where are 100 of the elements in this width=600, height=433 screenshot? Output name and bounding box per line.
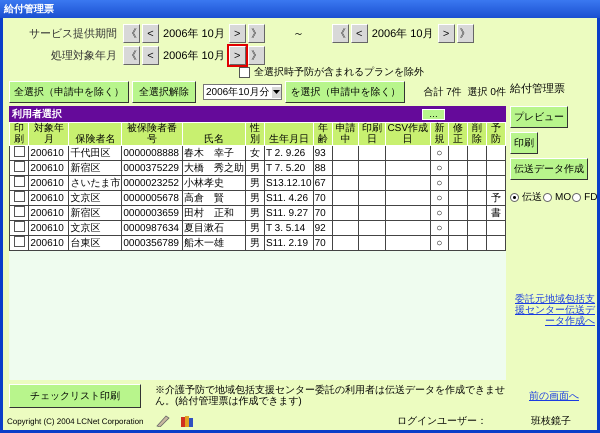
table-cell: S11. 4.26 bbox=[266, 192, 308, 204]
nav-button[interactable]: < bbox=[142, 46, 159, 65]
nav-button[interactable]: 》 bbox=[456, 24, 474, 43]
copyright-text: Copyright (C) 2004 LCNet Corporation bbox=[7, 416, 144, 426]
table-cell: 文京区 bbox=[70, 192, 100, 204]
column-header: 新規 bbox=[430, 122, 449, 146]
note-text: ※介護予防で地域包括支援センター委託の利用者は伝送データを作成できません。(給付管理票は作成できます) bbox=[155, 384, 506, 408]
dropdown-arrow-icon bbox=[273, 90, 280, 94]
table-cell: 千代田区 bbox=[70, 148, 110, 158]
column-header: 修正 bbox=[448, 122, 468, 146]
radio-label: FD bbox=[584, 192, 598, 202]
nav-button[interactable]: < bbox=[350, 24, 368, 43]
table-cell: 0000003659 bbox=[123, 208, 179, 218]
panel-title: 給付管理票 bbox=[510, 82, 566, 96]
column-header: 年齢 bbox=[313, 122, 332, 146]
panel-button[interactable]: プレビュー bbox=[510, 106, 568, 128]
table-cell: S11. 2.19 bbox=[266, 238, 308, 248]
table-cell: 予 bbox=[490, 192, 501, 204]
table-cell: 92 bbox=[314, 222, 326, 234]
panel-button[interactable]: 伝送データ作成 bbox=[510, 158, 588, 180]
table-cell: ○ bbox=[436, 178, 442, 188]
radio-button[interactable] bbox=[543, 192, 552, 202]
print-checkbox[interactable] bbox=[14, 236, 25, 247]
table-cell: S11. 9.27 bbox=[266, 208, 308, 218]
table-cell: T 7. 5.20 bbox=[266, 162, 306, 174]
table-cell: 70 bbox=[314, 238, 326, 248]
column-header: 予防 bbox=[486, 122, 506, 146]
pencil-icon[interactable] bbox=[156, 415, 170, 427]
column-header: 対象年月 bbox=[28, 122, 69, 146]
table-cell: T 2. 9.26 bbox=[266, 148, 306, 158]
table-cell: 書 bbox=[490, 208, 501, 218]
table-cell: 男 bbox=[250, 238, 260, 248]
checkbox[interactable] bbox=[239, 66, 250, 78]
nav-button[interactable]: 《 bbox=[332, 24, 349, 43]
login-label: ログインユーザー： bbox=[397, 415, 487, 428]
back-link[interactable]: 前の画面へ bbox=[529, 389, 579, 403]
table-cell: 0000356789 bbox=[123, 238, 179, 248]
deselect-all-button[interactable]: 全選択解除 bbox=[132, 81, 196, 103]
table-cell: 文京区 bbox=[70, 222, 100, 234]
nav-button[interactable]: 》 bbox=[248, 46, 265, 65]
table-cell: 夏目漱石 bbox=[184, 222, 224, 234]
nav-button[interactable]: > bbox=[228, 24, 246, 43]
table-cell: 200610 bbox=[30, 192, 64, 204]
table-cell: 高倉 賢 bbox=[184, 192, 224, 204]
selected-count: 選択 0件 bbox=[468, 86, 506, 99]
column-header: 申請中 bbox=[332, 122, 359, 146]
table-cell: ○ bbox=[436, 222, 442, 234]
table-cell: ○ bbox=[436, 148, 442, 158]
table-cell: 台東区 bbox=[70, 238, 100, 248]
nav-button[interactable]: 《 bbox=[123, 24, 140, 43]
panel-button[interactable]: 印刷 bbox=[510, 132, 538, 154]
column-header: 削除 bbox=[468, 122, 486, 146]
processing-month-label: 処理対象年月 bbox=[50, 48, 117, 63]
table-cell: ○ bbox=[436, 192, 442, 204]
table-cell: 春木 幸子 bbox=[184, 148, 234, 158]
radio-button[interactable] bbox=[572, 192, 582, 202]
nav-button[interactable]: > bbox=[228, 46, 246, 65]
table-cell: 200610 bbox=[30, 222, 64, 234]
table-cell: T 3. 5.14 bbox=[266, 222, 306, 234]
month-dropdown[interactable]: 2006年10月分 bbox=[203, 84, 282, 100]
table-cell: 88 bbox=[314, 162, 326, 174]
radio-label: 伝送 bbox=[522, 191, 542, 204]
table-cell: 0000023252 bbox=[123, 178, 179, 188]
print-checkbox[interactable] bbox=[14, 221, 25, 232]
print-checkbox[interactable] bbox=[14, 176, 25, 187]
table-cell: 70 bbox=[314, 192, 326, 204]
checklist-print-button[interactable]: チェックリスト印刷 bbox=[9, 384, 141, 408]
range-separator: ～ bbox=[292, 27, 304, 41]
print-checkbox[interactable] bbox=[14, 161, 25, 172]
table-cell: 200610 bbox=[30, 162, 64, 174]
books-icon[interactable] bbox=[180, 415, 194, 427]
table-cell: 田村 正和 bbox=[184, 208, 234, 218]
table-cell: ○ bbox=[436, 208, 442, 218]
exclude-option-label: 全選択時予防が含まれるプランを除外 bbox=[254, 66, 424, 79]
transmit-data-link[interactable]: 委託元地域包括支援センター伝送データ作成へ bbox=[510, 294, 595, 327]
window-title: 給付管理票 bbox=[0, 0, 600, 18]
login-user: 班枝鏡子 bbox=[531, 414, 571, 428]
radio-button[interactable] bbox=[510, 192, 519, 202]
table-cell: さいたま市 bbox=[70, 178, 120, 188]
table-cell: 0000375229 bbox=[123, 162, 179, 174]
nav-button[interactable]: > bbox=[438, 24, 455, 43]
print-checkbox[interactable] bbox=[14, 146, 25, 157]
more-button[interactable]: … bbox=[422, 108, 445, 120]
table-cell: 200610 bbox=[30, 208, 64, 218]
print-checkbox[interactable] bbox=[14, 206, 25, 217]
column-header: 氏名 bbox=[182, 122, 246, 146]
table-cell: 男 bbox=[250, 162, 260, 174]
nav-button[interactable]: 》 bbox=[248, 24, 265, 43]
select-by-month-button[interactable]: を選択（申請中を除く） bbox=[285, 81, 406, 103]
nav-button[interactable]: 《 bbox=[123, 46, 140, 65]
table-cell: 男 bbox=[250, 208, 260, 218]
column-header: 生年月日 bbox=[264, 122, 314, 146]
total-count: 合計 7件 bbox=[423, 86, 462, 99]
table-cell: 0000987634 bbox=[123, 222, 179, 234]
table-cell: 男 bbox=[250, 178, 260, 188]
print-checkbox[interactable] bbox=[14, 191, 25, 202]
table-cell: 93 bbox=[314, 148, 326, 158]
nav-button[interactable]: < bbox=[142, 24, 159, 43]
radio-label: MO bbox=[555, 192, 572, 202]
select-all-button[interactable]: 全選択（申請中を除く） bbox=[9, 81, 129, 103]
